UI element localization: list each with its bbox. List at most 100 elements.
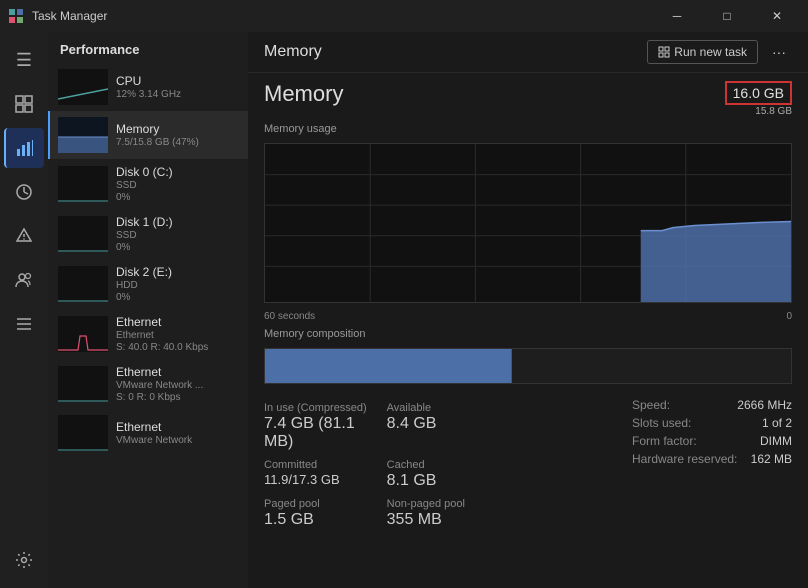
resource-item-ethernet1[interactable]: Ethernet Ethernet S: 40.0 R: 40.0 Kbps [48, 309, 248, 359]
titlebar-title: Task Manager [32, 9, 107, 23]
sidebar-item-performance[interactable] [4, 128, 44, 168]
sidebar-item-history[interactable] [4, 172, 44, 212]
disk0-name: Disk 0 (C:) [116, 165, 240, 179]
resource-item-disk1[interactable]: Disk 1 (D:) SSD 0% [48, 209, 248, 259]
maximize-button[interactable]: □ [704, 0, 750, 32]
composition-bar [264, 348, 792, 384]
ethernet1-sub2: S: 40.0 R: 40.0 Kbps [116, 342, 240, 353]
resource-item-memory[interactable]: Memory 7.5/15.8 GB (47%) [48, 111, 248, 159]
resource-item-cpu[interactable]: CPU 12% 3.14 GHz [48, 63, 248, 111]
sidebar-item-menu[interactable]: ☰ [4, 40, 44, 80]
resource-thumb-ethernet2 [58, 366, 108, 402]
titlebar-controls: ─ □ ✕ [654, 0, 800, 32]
speed-value: 2666 MHz [737, 398, 792, 412]
ethernet2-sub1: VMware Network ... [116, 380, 240, 391]
sidebar-item-startup[interactable] [4, 216, 44, 256]
cpu-sub: 12% 3.14 GHz [116, 89, 240, 100]
resource-info-ethernet3: Ethernet VMware Network [116, 420, 240, 446]
stats-grid: In use (Compressed) 7.4 GB (81.1 MB) Ava… [264, 402, 616, 529]
memory-title-row: Memory 16.0 GB 15.8 GB [264, 81, 792, 117]
form-factor-label: Form factor: [632, 434, 697, 448]
ethernet2-sub2: S: 0 R: 0 Kbps [116, 392, 240, 403]
sidebar-item-users[interactable] [4, 260, 44, 300]
resource-list: CPU 12% 3.14 GHz Memory 7.5/15.8 GB (47%… [48, 63, 248, 588]
cached-value: 8.1 GB [387, 472, 494, 490]
sidebar-item-overview[interactable] [4, 84, 44, 124]
resource-thumb-ethernet1 [58, 316, 108, 352]
main-header: Memory Run new task ··· [248, 32, 808, 73]
minimize-button[interactable]: ─ [654, 0, 700, 32]
disk2-sub1: HDD [116, 280, 240, 291]
chart-bottom-labels: 60 seconds 0 [264, 311, 792, 322]
stat-cached: Cached 8.1 GB [387, 459, 494, 490]
composition-label: Memory composition [264, 328, 792, 340]
resource-item-ethernet2[interactable]: Ethernet VMware Network ... S: 0 R: 0 Kb… [48, 359, 248, 409]
comp-in-use [265, 349, 511, 383]
sidebar-bottom [4, 540, 44, 580]
disk0-sub1: SSD [116, 180, 240, 191]
memory-sub: 7.5/15.8 GB (47%) [116, 137, 240, 148]
hw-reserved-label: Hardware reserved: [632, 452, 737, 466]
stat-slots: Slots used: 1 of 2 [632, 416, 792, 430]
resource-info-disk1: Disk 1 (D:) SSD 0% [116, 215, 240, 253]
memory-total-sub: 15.8 GB [725, 106, 792, 117]
comp-available [512, 349, 791, 383]
stat-non-paged: Non-paged pool 355 MB [387, 498, 494, 529]
more-button[interactable]: ··· [766, 40, 792, 64]
resource-info-disk2: Disk 2 (E:) HDD 0% [116, 265, 240, 303]
ethernet3-sub1: VMware Network [116, 435, 240, 446]
committed-label: Committed [264, 459, 371, 471]
titlebar-left: Task Manager [8, 8, 107, 24]
close-button[interactable]: ✕ [754, 0, 800, 32]
sidebar-item-settings[interactable] [4, 540, 44, 580]
committed-value: 11.9/17.3 GB [264, 472, 371, 487]
main-header-right: Run new task ··· [647, 40, 792, 64]
resource-info-memory: Memory 7.5/15.8 GB (47%) [116, 122, 240, 148]
disk0-sub2: 0% [116, 192, 240, 203]
in-use-label: In use (Compressed) [264, 402, 371, 414]
run-new-task-button[interactable]: Run new task [647, 40, 758, 64]
available-value: 8.4 GB [387, 415, 494, 433]
resource-item-disk0[interactable]: Disk 0 (C:) SSD 0% [48, 159, 248, 209]
ethernet3-name: Ethernet [116, 420, 240, 434]
stat-paged-pool: Paged pool 1.5 GB [264, 498, 371, 529]
non-paged-label: Non-paged pool [387, 498, 494, 510]
memory-name: Memory [116, 122, 240, 136]
slots-value: 1 of 2 [762, 416, 792, 430]
resource-thumb-disk1 [58, 216, 108, 252]
resource-thumb-ethernet3 [58, 415, 108, 451]
icon-sidebar: ☰ [0, 32, 48, 588]
chart-right-label: 0 [786, 311, 792, 322]
resource-info-cpu: CPU 12% 3.14 GHz [116, 74, 240, 100]
chart-left-label: 60 seconds [264, 311, 315, 322]
memory-title: Memory [264, 81, 343, 107]
slots-label: Slots used: [632, 416, 691, 430]
app-body: ☰ [0, 32, 808, 588]
stat-hw-reserved: Hardware reserved: 162 MB [632, 452, 792, 466]
resource-thumb-cpu [58, 69, 108, 105]
main-header-title: Memory [264, 43, 322, 61]
non-paged-value: 355 MB [387, 511, 494, 529]
disk1-sub2: 0% [116, 242, 240, 253]
available-label: Available [387, 402, 494, 414]
resource-item-disk2[interactable]: Disk 2 (E:) HDD 0% [48, 259, 248, 309]
stat-available: Available 8.4 GB [387, 402, 494, 451]
memory-total-badge: 16.0 GB [725, 81, 792, 105]
resource-item-ethernet3[interactable]: Ethernet VMware Network [48, 409, 248, 453]
stat-speed: Speed: 2666 MHz [632, 398, 792, 412]
ethernet1-sub1: Ethernet [116, 330, 240, 341]
in-use-value: 7.4 GB (81.1 MB) [264, 415, 371, 451]
resource-info-disk0: Disk 0 (C:) SSD 0% [116, 165, 240, 203]
titlebar: Task Manager ─ □ ✕ [0, 0, 808, 32]
right-stats: Speed: 2666 MHz Slots used: 1 of 2 Form … [632, 398, 792, 529]
stat-form-factor: Form factor: DIMM [632, 434, 792, 448]
form-factor-value: DIMM [760, 434, 792, 448]
disk1-sub1: SSD [116, 230, 240, 241]
memory-section: Memory 16.0 GB 15.8 GB Memory usage [248, 73, 808, 588]
sidebar-item-details[interactable] [4, 304, 44, 344]
cpu-name: CPU [116, 74, 240, 88]
left-panel: Performance CPU 12% 3.14 GHz [48, 32, 248, 588]
left-panel-header: Performance [48, 32, 248, 63]
ethernet2-name: Ethernet [116, 365, 240, 379]
app-icon [8, 8, 24, 24]
